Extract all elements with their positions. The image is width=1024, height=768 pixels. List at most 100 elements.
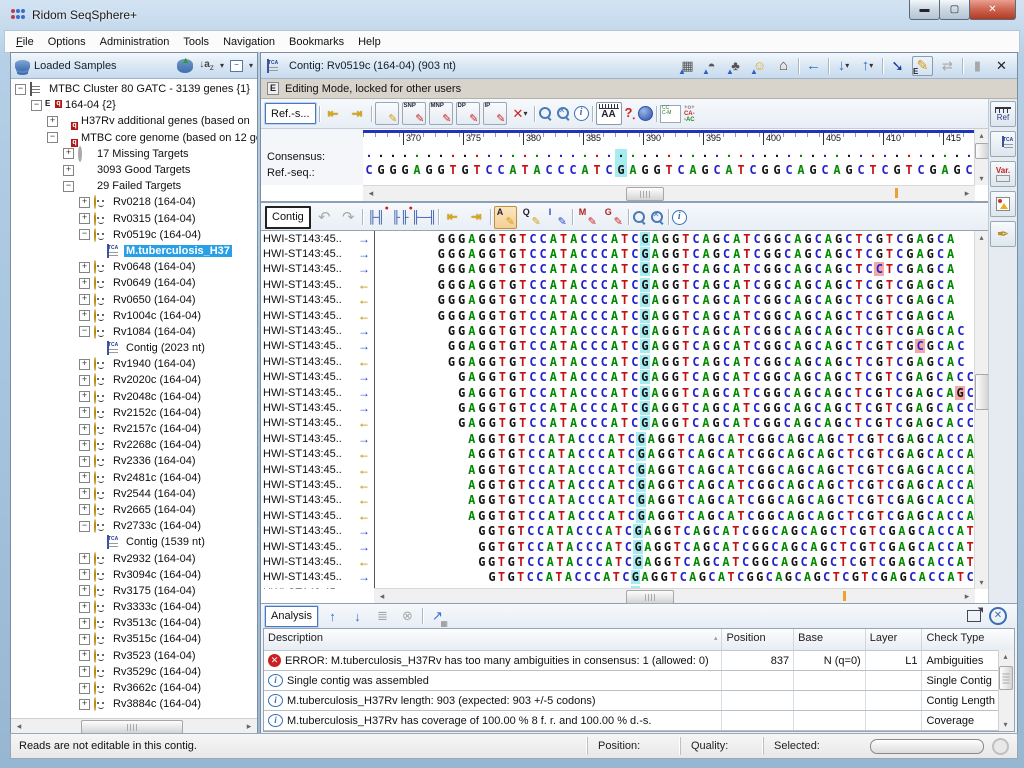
read-row[interactable]: HWI-ST143:45..→GAGGTGTCCATACCCATCGAGGTCA…: [261, 370, 975, 385]
base-cell[interactable]: C: [527, 432, 537, 446]
refseq-cell[interactable]: G: [399, 163, 411, 177]
base-cell[interactable]: T: [884, 309, 894, 323]
base-cell[interactable]: T: [616, 478, 626, 492]
base-cell[interactable]: C: [579, 401, 589, 415]
base-cell[interactable]: C: [528, 262, 538, 276]
base-cell[interactable]: C: [586, 447, 596, 461]
read-label[interactable]: HWI-ST143:45..←: [261, 446, 375, 461]
base-cell[interactable]: G: [762, 293, 772, 307]
base-cell[interactable]: C: [935, 401, 945, 415]
base-cell[interactable]: C: [782, 401, 792, 415]
tree-item-label[interactable]: Rv1084 (164-04): [111, 326, 198, 338]
base-cell[interactable]: C: [870, 570, 880, 584]
base-cell[interactable]: T: [557, 478, 567, 492]
base-cell[interactable]: T: [742, 293, 752, 307]
base-cell[interactable]: C: [576, 509, 586, 523]
expand-toggle-icon[interactable]: +: [63, 165, 74, 176]
base-cell[interactable]: T: [854, 278, 864, 292]
base-cell[interactable]: A: [935, 463, 945, 477]
expand-toggle-icon[interactable]: +: [79, 407, 90, 418]
consensus-cell[interactable]: ·: [363, 149, 375, 163]
consensus-seq-area[interactable]: 370375380385390395400405410415 ·········…: [363, 129, 975, 185]
base-cell[interactable]: T: [518, 355, 528, 369]
base-cell[interactable]: G: [874, 278, 884, 292]
base-cell[interactable]: C: [806, 478, 816, 492]
base-cell[interactable]: T: [516, 524, 526, 538]
base-cell[interactable]: T: [516, 555, 526, 569]
base-cell[interactable]: T: [854, 247, 864, 261]
move-down-icon[interactable]: ↓: [347, 606, 368, 627]
base-cell[interactable]: C: [579, 247, 589, 261]
base-cell[interactable]: A: [793, 278, 803, 292]
base-cell[interactable]: G: [671, 247, 681, 261]
base-cell[interactable]: T: [518, 247, 528, 261]
base-cell[interactable]: C: [925, 432, 935, 446]
base-cell[interactable]: C: [927, 570, 937, 584]
read-row[interactable]: HWI-ST143:45..→GGGAGGTGTCCATACCCATCGAGGT…: [261, 262, 975, 277]
base-cell[interactable]: A: [823, 416, 833, 430]
base-cell[interactable]: A: [926, 524, 936, 538]
tree-item-label[interactable]: MTBC Cluster 80 GATC - 3139 genes {1}: [47, 83, 252, 95]
base-cell[interactable]: C: [528, 370, 538, 384]
base-cell[interactable]: G: [905, 339, 915, 353]
refseq-cell[interactable]: C: [915, 163, 927, 177]
base-cell[interactable]: C: [538, 278, 548, 292]
base-cell[interactable]: C: [686, 478, 696, 492]
scroll-up-icon[interactable]: ▴: [975, 129, 988, 142]
refseq-row[interactable]: CGGGAGGTGTCCATACCCATCGAGGTCAGCATCGGCAGCA…: [363, 163, 975, 183]
base-cell[interactable]: T: [876, 432, 886, 446]
base-cell[interactable]: G: [656, 493, 666, 507]
base-cell[interactable]: G: [760, 540, 770, 554]
base-cell[interactable]: A: [548, 293, 558, 307]
base-cell[interactable]: T: [741, 370, 751, 384]
base-cell[interactable]: C: [813, 355, 823, 369]
base-cell[interactable]: C: [691, 386, 701, 400]
previous-difference-icon[interactable]: ⇤: [323, 103, 344, 124]
base-cell[interactable]: G: [666, 447, 676, 461]
base-cell[interactable]: C: [630, 324, 640, 338]
base-cell[interactable]: C: [691, 355, 701, 369]
base-cell[interactable]: G: [436, 293, 446, 307]
base-cell[interactable]: C: [925, 447, 935, 461]
previous-difference-icon[interactable]: ⇤: [442, 207, 463, 228]
tree-item[interactable]: +Rv0650 (164-04): [11, 291, 257, 307]
read-label[interactable]: HWI-ST143:45..←: [261, 493, 375, 508]
base-cell[interactable]: G: [711, 247, 721, 261]
base-cell[interactable]: G: [874, 324, 884, 338]
base-cell[interactable]: T: [884, 401, 894, 415]
base-cell[interactable]: C: [935, 309, 945, 323]
base-cell[interactable]: T: [620, 232, 630, 246]
base-cell[interactable]: C: [956, 355, 966, 369]
base-cell[interactable]: A: [467, 355, 477, 369]
base-cell[interactable]: A: [548, 339, 558, 353]
amino-acid-ruler-icon[interactable]: AA: [596, 102, 622, 125]
base-cell[interactable]: A: [915, 232, 925, 246]
base-cell[interactable]: T: [681, 309, 691, 323]
base-cell[interactable]: A: [905, 463, 915, 477]
base-cell[interactable]: T: [518, 293, 528, 307]
base-cell[interactable]: G: [706, 447, 716, 461]
base-cell[interactable]: A: [692, 555, 702, 569]
info-icon[interactable]: i: [574, 106, 589, 121]
base-cell[interactable]: T: [516, 540, 526, 554]
base-cell[interactable]: G: [446, 339, 456, 353]
base-cell[interactable]: G: [457, 339, 467, 353]
base-cell[interactable]: C: [783, 293, 793, 307]
analysis-row[interactable]: iM.tuberculosis_H37Rv length: 903 (expec…: [264, 691, 1014, 711]
analysis-column-header[interactable]: Description▴: [264, 629, 722, 650]
base-cell[interactable]: A: [915, 262, 925, 276]
base-cell[interactable]: C: [885, 463, 895, 477]
base-cell[interactable]: C: [721, 309, 731, 323]
consensus-cell[interactable]: ·: [747, 149, 759, 163]
base-cell[interactable]: G: [866, 509, 876, 523]
base-cell[interactable]: T: [517, 463, 527, 477]
base-cell[interactable]: C: [538, 355, 548, 369]
base-cell[interactable]: G: [507, 463, 517, 477]
base-cell[interactable]: G: [670, 401, 680, 415]
refseq-cell[interactable]: C: [567, 163, 579, 177]
base-cell[interactable]: A: [726, 478, 736, 492]
base-cell[interactable]: A: [793, 355, 803, 369]
base-cell[interactable]: C: [584, 540, 594, 554]
collapse-toggle-icon[interactable]: −: [63, 181, 74, 192]
base-cell[interactable]: C: [528, 232, 538, 246]
